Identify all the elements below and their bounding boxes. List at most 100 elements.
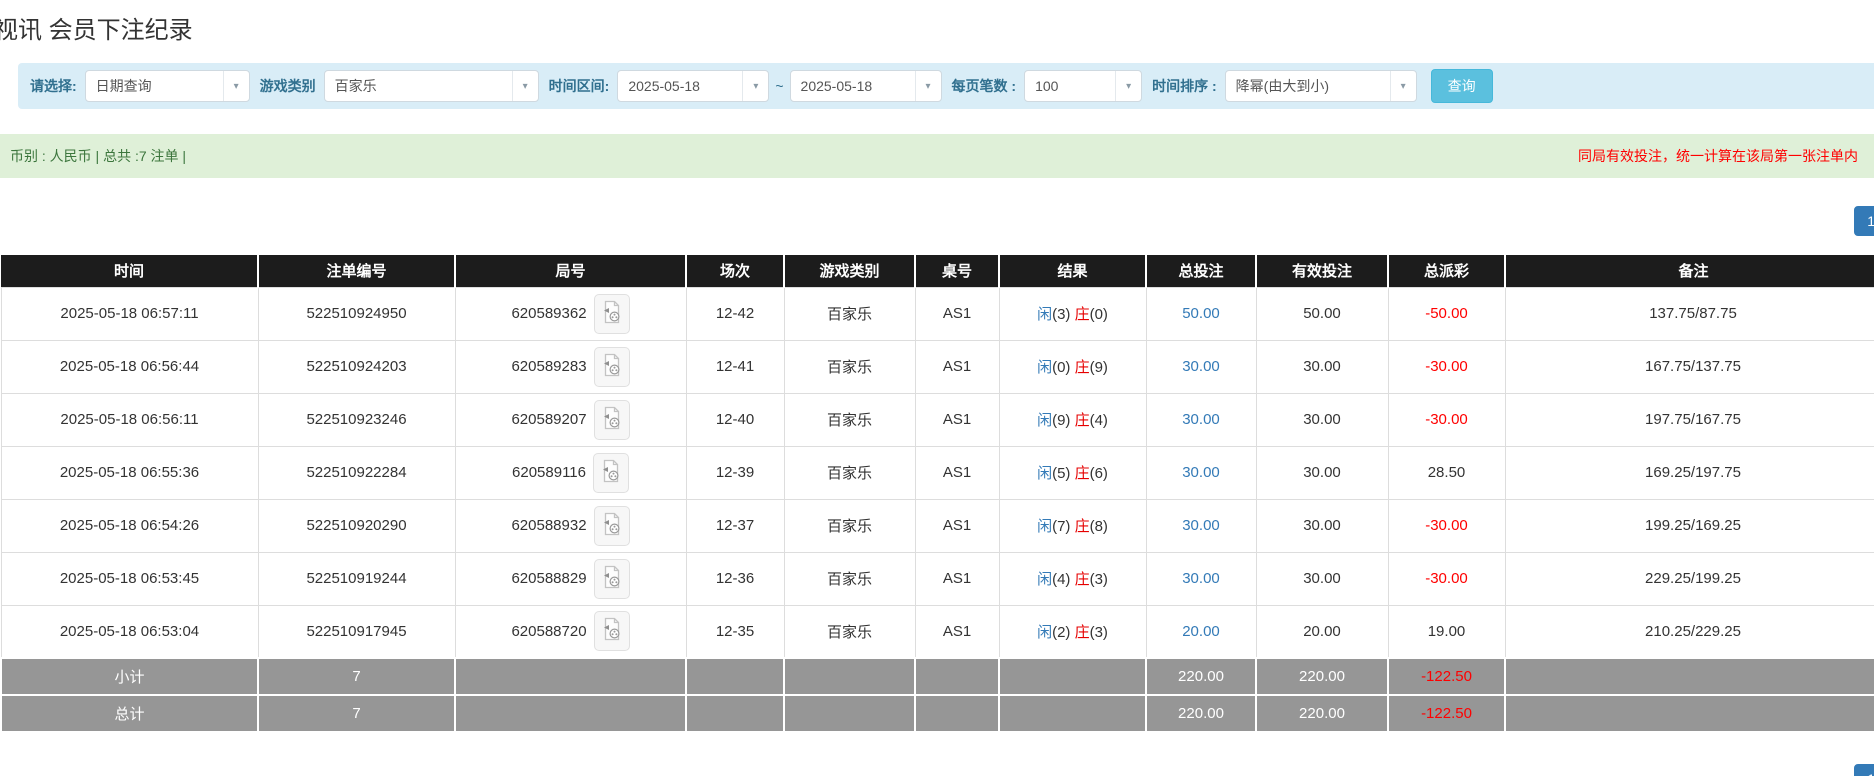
cell-session: 12-42 xyxy=(686,287,784,340)
table-row: 2025-05-18 06:53:04522510917945620588720… xyxy=(1,605,1874,658)
cell-bet-id: 522510923246 xyxy=(258,393,455,446)
cell-table-number: AS1 xyxy=(915,446,999,499)
total-bet-link[interactable]: 30.00 xyxy=(1182,517,1220,534)
page-size-select[interactable]: 100 ▾ xyxy=(1024,70,1142,102)
cell-bet-id: 522510924950 xyxy=(258,287,455,340)
query-type-value: 日期查询 xyxy=(86,76,223,96)
sort-order-select[interactable]: 降幂(由大到小) ▾ xyxy=(1225,70,1417,102)
video-replay-button[interactable] xyxy=(594,506,630,546)
cell-remark: 169.25/197.75 xyxy=(1505,446,1874,499)
round-number: 620588932 xyxy=(511,517,586,534)
subtotal-row-empty xyxy=(1505,658,1874,695)
chevron-down-icon[interactable]: ▾ xyxy=(915,71,941,101)
total-bet-link[interactable]: 50.00 xyxy=(1182,305,1220,322)
cell-remark: 210.25/229.25 xyxy=(1505,605,1874,658)
cell-bet-id: 522510924203 xyxy=(258,340,455,393)
total-row-empty xyxy=(1505,695,1874,732)
query-type-select[interactable]: 日期查询 ▾ xyxy=(85,70,250,102)
cell-payout: 28.50 xyxy=(1388,446,1505,499)
subtotal-row-total-bet: 220.00 xyxy=(1146,658,1256,695)
cell-table-number: AS1 xyxy=(915,340,999,393)
cell-result: 闲(9) 庄(4) xyxy=(999,393,1146,446)
cell-payout: -30.00 xyxy=(1388,552,1505,605)
pagination-page-1-bottom[interactable]: 1 xyxy=(1854,764,1874,776)
subtotal-row-empty xyxy=(784,658,915,695)
video-replay-icon xyxy=(602,617,622,645)
search-button[interactable]: 查询 xyxy=(1431,69,1493,103)
cell-bet-id: 522510919244 xyxy=(258,552,455,605)
table-row: 2025-05-18 06:54:26522510920290620588932… xyxy=(1,499,1874,552)
player-result: 闲 xyxy=(1037,359,1052,376)
cell-table-number: AS1 xyxy=(915,393,999,446)
video-replay-icon xyxy=(602,353,622,381)
chevron-down-icon[interactable]: ▾ xyxy=(1390,71,1416,101)
banker-result: 庄 xyxy=(1075,571,1090,588)
sort-order-label: 时间排序 : xyxy=(1152,76,1217,96)
player-result: 闲 xyxy=(1037,518,1052,535)
video-replay-button[interactable] xyxy=(594,347,630,387)
column-header: 总投注 xyxy=(1146,255,1256,287)
select-type-label: 请选择: xyxy=(30,76,77,96)
video-replay-button[interactable] xyxy=(594,294,630,334)
column-header: 有效投注 xyxy=(1256,255,1388,287)
cell-round-id: 620589283 xyxy=(455,340,686,393)
subtotal-row-empty xyxy=(686,658,784,695)
video-replay-button[interactable] xyxy=(594,400,630,440)
column-header: 注单编号 xyxy=(258,255,455,287)
betting-records-table: 时间注单编号局号场次游戏类别桌号结果总投注有效投注总派彩备注 2025-05-1… xyxy=(0,255,1874,733)
page-size-value: 100 xyxy=(1025,78,1115,94)
total-bet-link[interactable]: 20.00 xyxy=(1182,623,1220,640)
cell-game-category: 百家乐 xyxy=(784,340,915,393)
cell-time: 2025-05-18 06:53:04 xyxy=(1,605,258,658)
round-number: 620588720 xyxy=(511,623,586,640)
banker-result: 庄 xyxy=(1075,624,1090,641)
cell-table-number: AS1 xyxy=(915,605,999,658)
table-row: 2025-05-18 06:57:11522510924950620589362… xyxy=(1,287,1874,340)
table-row: 2025-05-18 06:56:44522510924203620589283… xyxy=(1,340,1874,393)
video-replay-button[interactable] xyxy=(593,453,629,493)
cell-remark: 229.25/199.25 xyxy=(1505,552,1874,605)
game-category-select[interactable]: 百家乐 ▾ xyxy=(324,70,539,102)
banker-result: 庄 xyxy=(1075,465,1090,482)
column-header: 总派彩 xyxy=(1388,255,1505,287)
pagination-page-1[interactable]: 1 xyxy=(1854,206,1874,236)
chevron-down-icon[interactable]: ▾ xyxy=(223,71,249,101)
cell-round-id: 620589207 xyxy=(455,393,686,446)
cell-round-id: 620588720 xyxy=(455,605,686,658)
cell-bet-id: 522510922284 xyxy=(258,446,455,499)
video-replay-button[interactable] xyxy=(594,559,630,599)
cell-result: 闲(0) 庄(9) xyxy=(999,340,1146,393)
chevron-down-icon[interactable]: ▾ xyxy=(742,71,768,101)
cell-table-number: AS1 xyxy=(915,287,999,340)
round-number: 620589283 xyxy=(511,358,586,375)
subtotal-row: 小计7220.00220.00-122.50 xyxy=(1,658,1874,695)
player-result: 闲 xyxy=(1037,571,1052,588)
cell-round-id: 620589362 xyxy=(455,287,686,340)
date-to-select[interactable]: 2025-05-18 ▾ xyxy=(790,70,942,102)
total-bet-link[interactable]: 30.00 xyxy=(1182,411,1220,428)
chevron-down-icon[interactable]: ▾ xyxy=(1115,71,1141,101)
player-result: 闲 xyxy=(1037,412,1052,429)
total-row-empty xyxy=(999,695,1146,732)
video-replay-icon xyxy=(602,406,622,434)
total-bet-link[interactable]: 30.00 xyxy=(1182,570,1220,587)
video-replay-button[interactable] xyxy=(594,611,630,651)
game-category-value: 百家乐 xyxy=(325,76,512,96)
date-to-value: 2025-05-18 xyxy=(791,78,915,94)
cell-payout: 19.00 xyxy=(1388,605,1505,658)
video-replay-icon xyxy=(602,565,622,593)
total-row-label: 总计 xyxy=(1,695,258,732)
total-row-count: 7 xyxy=(258,695,455,732)
date-from-select[interactable]: 2025-05-18 ▾ xyxy=(617,70,769,102)
cell-time: 2025-05-18 06:57:11 xyxy=(1,287,258,340)
cell-time: 2025-05-18 06:55:36 xyxy=(1,446,258,499)
cell-valid-bet: 30.00 xyxy=(1256,446,1388,499)
cell-game-category: 百家乐 xyxy=(784,287,915,340)
cell-result: 闲(5) 庄(6) xyxy=(999,446,1146,499)
cell-time: 2025-05-18 06:56:11 xyxy=(1,393,258,446)
cell-payout: -50.00 xyxy=(1388,287,1505,340)
total-bet-link[interactable]: 30.00 xyxy=(1182,464,1220,481)
column-header: 结果 xyxy=(999,255,1146,287)
total-bet-link[interactable]: 30.00 xyxy=(1182,358,1220,375)
chevron-down-icon[interactable]: ▾ xyxy=(512,71,538,101)
